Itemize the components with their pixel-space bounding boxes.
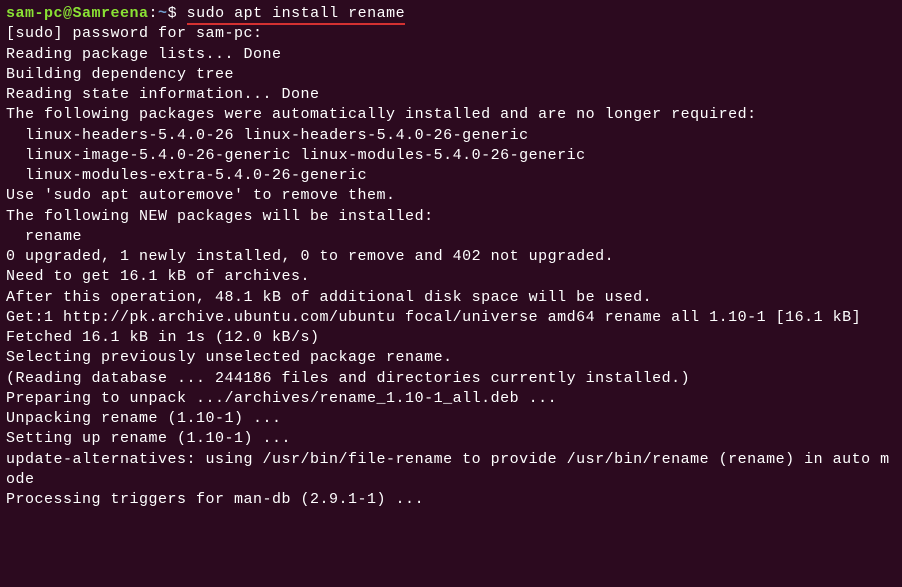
output-line: The following NEW packages will be insta… [6,207,896,227]
output-line: linux-headers-5.4.0-26 linux-headers-5.4… [6,126,896,146]
prompt-dollar: $ [168,5,187,22]
output-line: (Reading database ... 244186 files and d… [6,369,896,389]
output-line: After this operation, 48.1 kB of additio… [6,288,896,308]
output-line: Unpacking rename (1.10-1) ... [6,409,896,429]
output-line: rename [6,227,896,247]
output-line: Reading state information... Done [6,85,896,105]
output-line: Processing triggers for man-db (2.9.1-1)… [6,490,896,510]
output-line: update-alternatives: using /usr/bin/file… [6,450,896,491]
output-line: Setting up rename (1.10-1) ... [6,429,896,449]
prompt-user-host: sam-pc@Samreena [6,5,149,22]
output-line: linux-image-5.4.0-26-generic linux-modul… [6,146,896,166]
output-line: linux-modules-extra-5.4.0-26-generic [6,166,896,186]
prompt-colon: : [149,5,159,22]
output-line: Fetched 16.1 kB in 1s (12.0 kB/s) [6,328,896,348]
command-input[interactable]: sudo apt install rename [187,5,406,25]
prompt-line: sam-pc@Samreena:~$ sudo apt install rena… [6,4,896,24]
output-line: Preparing to unpack .../archives/rename_… [6,389,896,409]
output-line: 0 upgraded, 1 newly installed, 0 to remo… [6,247,896,267]
output-line: The following packages were automaticall… [6,105,896,125]
output-line: Need to get 16.1 kB of archives. [6,267,896,287]
output-line: Use 'sudo apt autoremove' to remove them… [6,186,896,206]
output-line: Selecting previously unselected package … [6,348,896,368]
output-line: [sudo] password for sam-pc: [6,24,896,44]
output-line: Building dependency tree [6,65,896,85]
prompt-path: ~ [158,5,168,22]
output-line: Get:1 http://pk.archive.ubuntu.com/ubunt… [6,308,896,328]
output-line: Reading package lists... Done [6,45,896,65]
